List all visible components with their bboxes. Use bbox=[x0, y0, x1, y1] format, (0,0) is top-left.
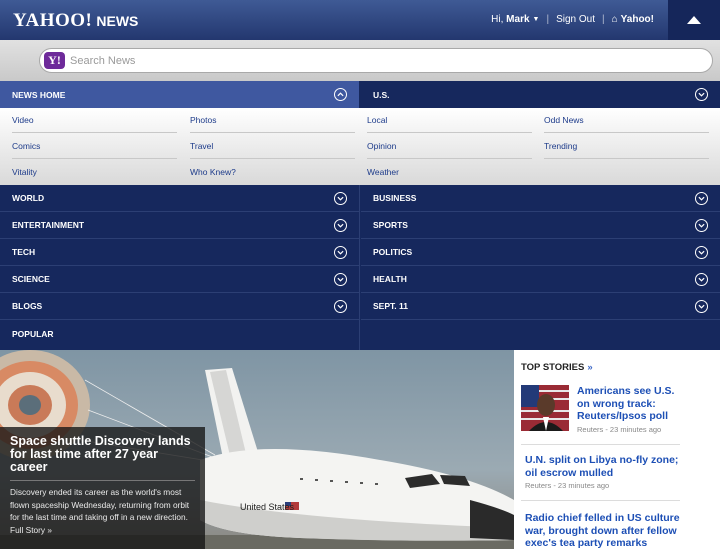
nav-us[interactable]: U.S. bbox=[361, 81, 720, 108]
nav-popular[interactable]: POPULAR bbox=[0, 320, 359, 347]
submenu-odd-news[interactable]: Odd News bbox=[544, 108, 709, 133]
story-meta: Reuters - 23 minutes ago bbox=[577, 425, 662, 434]
chevron-down-icon[interactable] bbox=[695, 246, 708, 259]
hero-title[interactable]: Space shuttle Discovery lands for last t… bbox=[10, 435, 195, 474]
chevron-down-icon[interactable] bbox=[695, 88, 708, 101]
search-box[interactable]: Y! bbox=[39, 48, 713, 73]
nav-label: WORLD bbox=[12, 193, 45, 203]
user-bar: Hi, Mark ▼ | Sign Out | ⌂ Yahoo! bbox=[491, 14, 654, 25]
chevron-down-icon[interactable] bbox=[334, 273, 347, 286]
submenu-photos[interactable]: Photos bbox=[190, 108, 355, 133]
nav-label: POPULAR bbox=[12, 328, 54, 339]
search-input[interactable] bbox=[70, 54, 670, 67]
nav-politics[interactable]: POLITICS bbox=[361, 239, 720, 266]
hero-story[interactable]: United States Space shuttle Discovery la… bbox=[0, 350, 514, 549]
top-stories-panel: TOP STORIES» Americans see U.S. on wrong… bbox=[514, 350, 720, 549]
story-meta: Reuters - 23 minutes ago bbox=[525, 481, 610, 490]
story-title[interactable]: Radio chief felled in US culture war, br… bbox=[525, 512, 689, 549]
nav-label: HEALTH bbox=[373, 274, 407, 284]
arrow-up-icon bbox=[687, 16, 701, 24]
nav-label: SPORTS bbox=[373, 220, 408, 230]
chevron-down-icon[interactable] bbox=[695, 273, 708, 286]
chevron-down-icon[interactable] bbox=[334, 246, 347, 259]
section-nav: NEWS HOME U.S. Video Comics Vitality Pho… bbox=[0, 81, 720, 350]
app-header: YAHOO! NEWS Hi, Mark ▼ | Sign Out | ⌂ Yahoo… bbox=[0, 0, 720, 40]
chevron-down-icon[interactable] bbox=[334, 300, 347, 313]
home-icon[interactable]: ⌂ bbox=[612, 14, 618, 25]
story-thumbnail[interactable] bbox=[521, 385, 569, 431]
submenu-comics[interactable]: Comics bbox=[12, 134, 177, 159]
greeting: Hi, bbox=[491, 14, 504, 25]
hero-caption[interactable]: Space shuttle Discovery lands for last t… bbox=[0, 427, 205, 549]
hero-summary: Discovery ended its career as the world'… bbox=[10, 487, 190, 535]
nav-tech[interactable]: TECH bbox=[0, 239, 359, 266]
collapse-menu-button[interactable] bbox=[668, 0, 720, 40]
top-stories-heading[interactable]: TOP STORIES» bbox=[521, 362, 593, 373]
more-arrow-icon[interactable]: » bbox=[587, 362, 592, 373]
nav-label: NEWS HOME bbox=[12, 89, 66, 100]
search-bar: Y! bbox=[0, 40, 720, 81]
submenu-video[interactable]: Video bbox=[12, 108, 177, 133]
submenu-trending[interactable]: Trending bbox=[544, 134, 709, 159]
story-title[interactable]: U.N. split on Libya no-fly zone; oil esc… bbox=[525, 454, 685, 479]
nav-label: TECH bbox=[12, 247, 36, 257]
logo-sub: NEWS bbox=[96, 13, 139, 29]
chevron-down-icon[interactable]: ▼ bbox=[533, 16, 540, 23]
shuttle-label: United States bbox=[240, 502, 295, 512]
chevron-down-icon[interactable] bbox=[695, 300, 708, 313]
sign-out-link[interactable]: Sign Out bbox=[556, 14, 595, 25]
submenu-opinion[interactable]: Opinion bbox=[367, 134, 532, 159]
news-home-submenu: Video Comics Vitality Photos Travel Who … bbox=[0, 108, 720, 185]
yahoo-badge-icon: Y! bbox=[44, 52, 65, 69]
nav-label: U.S. bbox=[373, 89, 390, 100]
chevron-down-icon[interactable] bbox=[334, 192, 347, 205]
nav-sports[interactable]: SPORTS bbox=[361, 212, 720, 239]
chevron-down-icon[interactable] bbox=[334, 219, 347, 232]
nav-blogs[interactable]: BLOGS bbox=[0, 293, 359, 320]
nav-label: POLITICS bbox=[373, 247, 413, 257]
submenu-vitality[interactable]: Vitality bbox=[12, 159, 177, 184]
caption-divider bbox=[10, 480, 195, 481]
user-name[interactable]: Mark bbox=[506, 14, 529, 25]
logo-text: YAHOO! bbox=[13, 10, 93, 31]
story-divider bbox=[521, 500, 680, 501]
nav-label: SEPT. 11 bbox=[373, 301, 408, 311]
divider: | bbox=[546, 14, 550, 25]
nav-label: SCIENCE bbox=[12, 274, 50, 284]
nav-health[interactable]: HEALTH bbox=[361, 266, 720, 293]
submenu-who-knew[interactable]: Who Knew? bbox=[190, 159, 355, 184]
chevron-up-icon[interactable] bbox=[334, 88, 347, 101]
submenu-local[interactable]: Local bbox=[367, 108, 532, 133]
nav-news-home[interactable]: NEWS HOME bbox=[0, 81, 359, 108]
yahoo-home-link[interactable]: Yahoo! bbox=[621, 14, 654, 25]
submenu-travel[interactable]: Travel bbox=[190, 134, 355, 159]
chevron-down-icon[interactable] bbox=[695, 219, 708, 232]
heading-label: TOP STORIES bbox=[521, 362, 585, 373]
submenu-weather[interactable]: Weather bbox=[367, 159, 532, 184]
story-title[interactable]: Americans see U.S. on wrong track: Reute… bbox=[577, 385, 687, 423]
nav-sept-11[interactable]: SEPT. 11 bbox=[361, 293, 720, 320]
yahoo-news-logo[interactable]: YAHOO! NEWS bbox=[13, 10, 138, 32]
nav-label: ENTERTAINMENT bbox=[12, 220, 85, 230]
nav-label: BLOGS bbox=[12, 301, 43, 311]
divider: | bbox=[602, 14, 605, 25]
nav-science[interactable]: SCIENCE bbox=[0, 266, 359, 293]
story-divider bbox=[521, 444, 680, 445]
nav-label: BUSINESS bbox=[373, 193, 417, 203]
nav-divider bbox=[359, 185, 360, 350]
nav-business[interactable]: BUSINESS bbox=[361, 185, 720, 212]
nav-world[interactable]: WORLD bbox=[0, 185, 359, 212]
chevron-down-icon[interactable] bbox=[695, 192, 708, 205]
nav-entertainment[interactable]: ENTERTAINMENT bbox=[0, 212, 359, 239]
